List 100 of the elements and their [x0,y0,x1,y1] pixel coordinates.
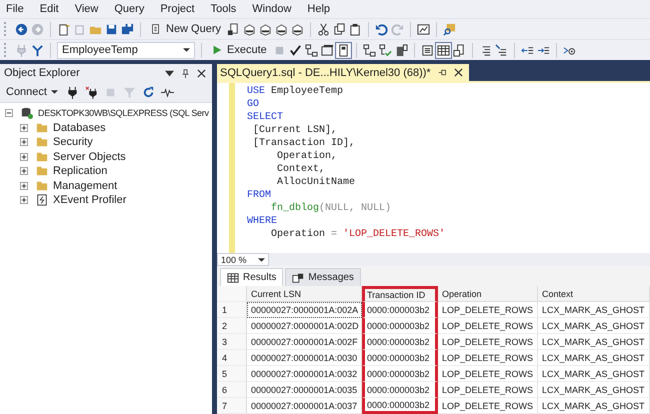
menu-item[interactable]: Tools [208,3,244,15]
expand-icon[interactable] [20,167,28,176]
zoom-dropdown[interactable]: 100 % [217,253,269,266]
cube-query-icon[interactable] [275,22,288,36]
checkmark-icon[interactable] [288,44,302,56]
statistics-icon[interactable] [394,44,408,56]
folder-icon [36,165,48,178]
query-plan-icon[interactable] [304,44,318,56]
plug-icon[interactable] [66,86,79,98]
window-icon[interactable] [320,44,334,56]
code-line: WHERE [247,215,278,228]
column-header[interactable]: Operation [438,286,538,302]
messages-icon [292,272,304,284]
code-line: [Transaction ID], [252,137,356,150]
expand-icon[interactable] [20,182,28,190]
cube-query-icon[interactable] [243,22,256,36]
dropdown-caret-icon[interactable] [165,68,174,78]
pin-icon[interactable] [181,68,190,78]
row-number: 6 [217,382,247,398]
row-number: 1 [217,302,247,318]
tree-item[interactable]: XEvent Profiler [53,194,126,206]
cube-query-icon[interactable] [291,22,304,36]
caret-icon [50,90,58,94]
cut-icon[interactable] [317,22,330,36]
profiler-icon [36,194,48,206]
results-tab[interactable]: Messages [285,268,361,286]
menu-item[interactable]: Edit [38,3,67,15]
tree-item[interactable]: Server Objects [53,150,126,163]
uncomment-lines-icon[interactable] [494,44,508,56]
menu-item[interactable]: Help [305,3,338,15]
tree-item[interactable]: Security [53,136,93,148]
new-document-icon[interactable] [57,22,70,36]
row-number: 2 [217,318,247,334]
connect-button[interactable]: Connect [4,86,60,98]
table-cell: 0000:000003b2 [362,366,438,382]
panel-title: Object Explorer [4,67,80,79]
expand-icon[interactable] [20,152,28,161]
menu-item[interactable]: Project [158,3,203,15]
row-number: 7 [217,398,247,414]
code-line: FROM [247,189,272,202]
refresh-icon[interactable] [142,86,155,98]
table-cell: 00000027:0000001A:002A [247,302,362,318]
calculator-icon[interactable] [336,44,350,56]
code-editor[interactable]: USE EmployeeTemp GO SELECT [Current LSN], [Transaction ID], Operation, Context, AllocUnitName FROM fn_dblog(NULL, NULL) WHERE Operation = 'LOP_DELETE_ROWS' [217,81,650,253]
results-tab[interactable]: Results [220,268,284,286]
close-icon[interactable] [197,68,206,78]
table-cell: LCX_MARK_AS_GHOST [538,398,650,414]
execute-button[interactable]: Execute [208,42,270,58]
tree-item[interactable]: DESKTOPK30WB\SQLEXPRESS (SQL Serv [38,108,209,118]
save-all-icon[interactable] [121,22,134,36]
caret-icon [258,258,265,262]
query-plan-check-icon[interactable] [378,44,392,56]
column-header[interactable]: Transaction ID [362,286,438,302]
play-icon [211,44,223,56]
close-icon[interactable] [454,68,463,77]
expand-icon[interactable] [20,196,28,204]
tree-item[interactable]: Management [53,180,118,192]
results-text-icon[interactable] [420,44,434,56]
search-folder-icon[interactable] [443,22,456,36]
query-plan-icon[interactable] [362,44,376,56]
activity-icon[interactable] [160,86,174,98]
column-header[interactable]: Current LSN [247,286,362,302]
save-icon[interactable] [105,22,118,36]
table-cell: LCX_MARK_AS_GHOST [538,350,650,366]
cube-query-icon[interactable] [259,22,272,36]
collapse-icon[interactable] [5,109,13,118]
code-line: SELECT [247,111,284,124]
folder-icon [36,122,48,134]
tree-item[interactable]: Replication [53,165,108,178]
table-cell: 0000:000003b2 [362,302,438,318]
tree-item[interactable]: Databases [53,122,106,134]
code-line: Context, [276,163,326,176]
connection-icon[interactable] [31,44,44,56]
expand-icon[interactable] [20,124,28,132]
column-header[interactable]: Context [538,286,650,302]
menu-item[interactable]: Query [112,3,152,15]
menu-item[interactable]: Window [250,3,300,15]
query-document-icon[interactable] [227,22,240,36]
menu-item[interactable]: View [72,3,106,15]
disconnect-icon[interactable] [84,86,98,98]
expand-icon[interactable] [20,138,28,146]
table-cell: LOP_DELETE_ROWS [438,302,538,318]
new-query-button[interactable]: New Query [147,20,224,38]
document-tab[interactable]: SQLQuery1.sql - DE...HILY\Kernel30 (68))* [217,64,469,81]
results-grid-icon[interactable] [436,44,450,56]
table-cell: 00000027:0000001A:0032 [247,366,362,382]
database-dropdown[interactable]: EmployeeTemp [57,42,195,58]
results-file-icon[interactable] [452,44,466,56]
code-line: USE EmployeeTemp [247,85,344,98]
table-cell: 0000:000003b2 [362,398,438,414]
code-line: [Current LSN], [252,124,338,137]
paste-icon[interactable] [349,22,362,36]
chart-window-icon[interactable] [417,22,430,36]
table-cell: LOP_DELETE_ROWS [438,382,538,398]
code-line: AllocUnitName [276,176,356,189]
folder-icon [36,136,48,148]
menu-item[interactable]: File [4,3,32,15]
pin-icon[interactable] [438,68,447,77]
undo-icon[interactable] [375,22,388,36]
copy-icon[interactable] [333,22,346,36]
